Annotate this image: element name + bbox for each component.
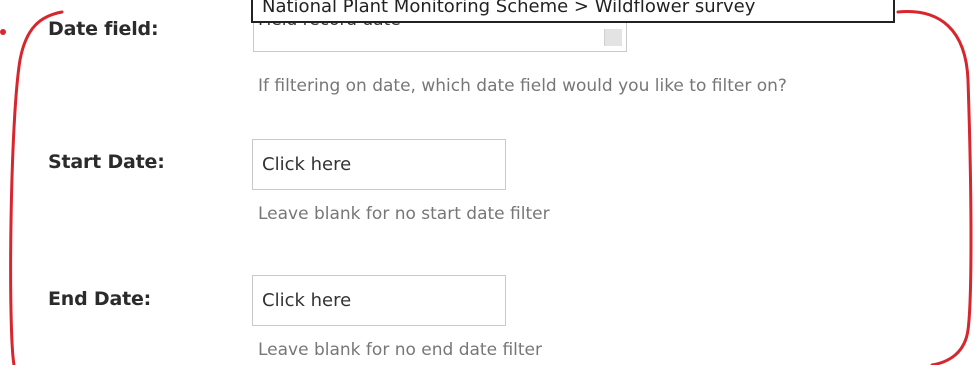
end-date-help: Leave blank for no end date filter (258, 340, 542, 360)
start-date-label: Start Date: (48, 151, 165, 173)
start-date-input[interactable] (252, 139, 506, 190)
dropdown-arrow-icon[interactable] (604, 29, 622, 46)
annotation-dot (0, 29, 6, 35)
date-field-label: Date field: (48, 18, 159, 40)
end-date-label: End Date: (48, 288, 152, 310)
end-date-input[interactable] (252, 275, 506, 326)
date-field-help: If filtering on date, which date field w… (258, 76, 787, 96)
survey-tooltip: National Plant Monitoring Scheme > Wildf… (251, 0, 895, 23)
start-date-help: Leave blank for no start date filter (258, 204, 550, 224)
